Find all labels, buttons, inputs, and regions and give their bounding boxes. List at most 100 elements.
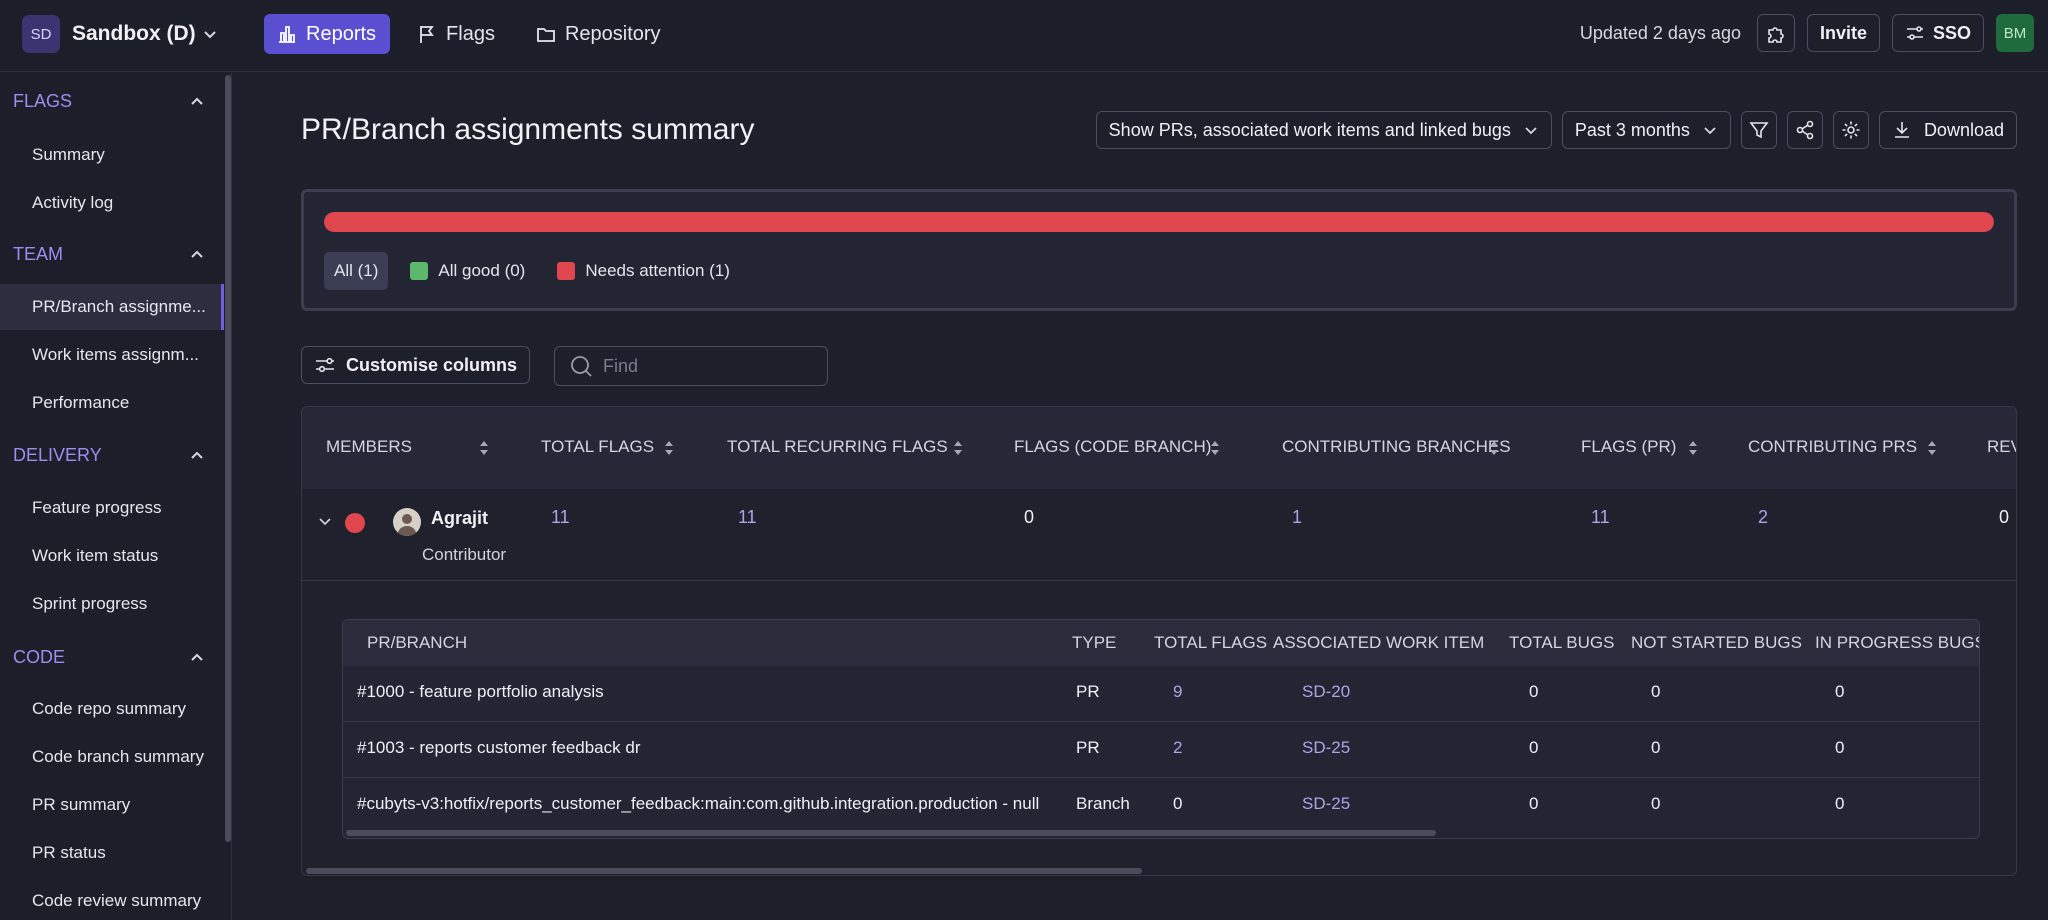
total-flags-value[interactable]: 11 [551,507,570,528]
workspace-switcher[interactable]: SD Sandbox (D) [22,15,218,53]
sort-icon[interactable] [1687,438,1699,458]
nav-repository[interactable]: Repository [523,14,675,54]
sidebar-item-work-item-status[interactable]: Work item status [0,533,224,579]
column-header[interactable]: FLAGS (CODE BRANCH) [1014,437,1211,457]
scope-dropdown[interactable]: Show PRs, associated work items and link… [1095,111,1552,149]
sidebar-item-summary[interactable]: Summary [0,132,224,178]
sidebar-item-sprint-progress[interactable]: Sprint progress [0,581,224,627]
detail-row[interactable]: #1003 - reports customer feedback dr PR … [343,722,1979,778]
not-started-bugs: 0 [1651,682,1661,701]
work-item-link[interactable]: SD-20 [1302,682,1350,702]
table-row[interactable]: Agrajit Contributor 11 11 0 1 11 2 0 [302,489,2016,581]
customise-columns-button[interactable]: Customise columns [301,346,531,384]
sort-icon[interactable] [1488,438,1500,458]
reviews-value: 0 [1999,507,2010,527]
sort-icon[interactable] [663,438,675,458]
find-field[interactable] [554,346,829,386]
sso-button[interactable]: SSO [1891,14,1984,52]
table-horizontal-scrollbar[interactable] [306,868,1142,874]
sidebar-item-code-review-summary[interactable]: Code review summary [0,878,224,920]
pr-branch-name[interactable]: #1000 - feature portfolio analysis [357,682,604,702]
sidebar-item-code-branch-summary[interactable]: Code branch summary [0,734,224,780]
item-flags[interactable]: 2 [1173,738,1182,758]
sidebar-item-performance[interactable]: Performance [0,380,224,426]
page-title: PR/Branch assignments summary [301,113,755,146]
column-header[interactable]: TOTAL RECURRING FLAGS [727,437,948,457]
share-button[interactable] [1786,111,1823,149]
integrations-button[interactable] [1756,14,1795,52]
in-progress-bugs: 0 [1835,682,1845,701]
sidebar-section-team[interactable]: TEAM [13,244,205,265]
chevron-down-icon[interactable] [317,513,333,529]
column-header[interactable]: CONTRIBUTING PRS [1748,437,1917,457]
column-header[interactable]: MEMBERS [326,437,412,457]
work-item-link[interactable]: SD-25 [1302,738,1350,758]
member-name[interactable]: Agrajit [431,508,488,529]
work-item-link[interactable]: SD-25 [1302,794,1350,814]
filter-all-good[interactable]: All good (0) [400,252,535,290]
download-button[interactable]: Download [1878,111,2017,149]
sidebar-item-feature-progress[interactable]: Feature progress [0,485,224,531]
user-avatar[interactable]: BM [1996,14,2034,52]
pr-branch-name[interactable]: #1003 - reports customer feedback dr [357,738,640,758]
contributing-branches-value[interactable]: 1 [1292,507,1302,528]
sidebar-section-code[interactable]: CODE [13,647,205,668]
sidebar-item-pr-branch-assignments[interactable]: PR/Branch assignme... [0,284,224,330]
sidebar-item-code-repo-summary[interactable]: Code repo summary [0,686,224,732]
needs-attention-swatch [557,262,576,280]
nav-repository-label: Repository [564,22,661,45]
detail-column-header: ASSOCIATED WORK ITEM [1273,633,1485,652]
top-bar: SD Sandbox (D) Reports Flags Repository … [0,0,2048,72]
chevron-down-icon [1704,127,1716,135]
settings-button[interactable] [1832,111,1869,149]
contributing-prs-value[interactable]: 2 [1758,507,1768,528]
column-header[interactable]: REV [1987,437,2016,457]
total-recurring-flags-value[interactable]: 11 [738,507,757,528]
workspace-badge: SD [22,15,60,53]
filter-all-label: All (1) [334,261,379,280]
sort-icon[interactable] [952,438,964,458]
status-indicator [345,513,365,533]
flag-icon [420,26,434,43]
sidebar-item-activity-log[interactable]: Activity log [0,180,224,226]
column-header[interactable]: TOTAL FLAGS [541,437,654,457]
sidebar-item-pr-summary[interactable]: PR summary [0,782,224,828]
not-started-bugs: 0 [1651,794,1661,813]
flags-code-branch-value: 0 [1024,507,1035,527]
sidebar-section-flags[interactable]: FLAGS [13,91,205,112]
sidebar-section-delivery[interactable]: DELIVERY [13,445,205,466]
column-header[interactable]: FLAGS (PR) [1581,437,1676,457]
nav-reports[interactable]: Reports [264,14,391,54]
sort-icon[interactable] [1926,438,1938,458]
detail-column-header: TYPE [1072,633,1117,652]
detail-row[interactable]: #1000 - feature portfolio analysis PR 9 … [343,666,1979,722]
item-flags: 0 [1173,794,1183,813]
date-range-dropdown[interactable]: Past 3 months [1561,111,1731,149]
sidebar-scrollbar[interactable] [225,75,231,842]
sort-icon[interactable] [478,438,490,458]
member-role: Contributor [422,545,507,564]
column-header[interactable]: CONTRIBUTING BRANCHES [1282,437,1511,457]
not-started-bugs: 0 [1651,738,1661,757]
report-controls: Show PRs, associated work items and link… [1095,111,2017,149]
item-flags[interactable]: 9 [1173,682,1182,702]
flags-pr-value[interactable]: 11 [1591,507,1610,528]
sort-icon[interactable] [1209,438,1221,458]
nav-reports-label: Reports [306,22,377,45]
detail-horizontal-scrollbar[interactable] [346,830,1436,836]
workspace-name: Sandbox (D) [72,22,196,45]
sidebar-item-pr-status[interactable]: PR status [0,830,224,876]
sidebar-item-work-items-assignments[interactable]: Work items assignm... [0,332,224,378]
find-input[interactable] [603,355,804,377]
filter-button[interactable] [1740,111,1777,149]
pr-branch-name[interactable]: #cubyts-v3:hotfix/reports_customer_feedb… [357,794,1039,814]
filter-icon [1749,122,1769,139]
detail-row[interactable]: #cubyts-v3:hotfix/reports_customer_feedb… [343,778,1979,834]
in-progress-bugs: 0 [1835,794,1845,813]
top-right-actions: Updated 2 days ago Invite SSO BM [1580,14,2034,52]
filter-all-good-label: All good (0) [438,261,526,280]
filter-all[interactable]: All (1) [324,252,389,290]
filter-needs-attention[interactable]: Needs attention (1) [547,252,740,290]
invite-button[interactable]: Invite [1806,14,1880,52]
nav-flags[interactable]: Flags [404,14,509,54]
